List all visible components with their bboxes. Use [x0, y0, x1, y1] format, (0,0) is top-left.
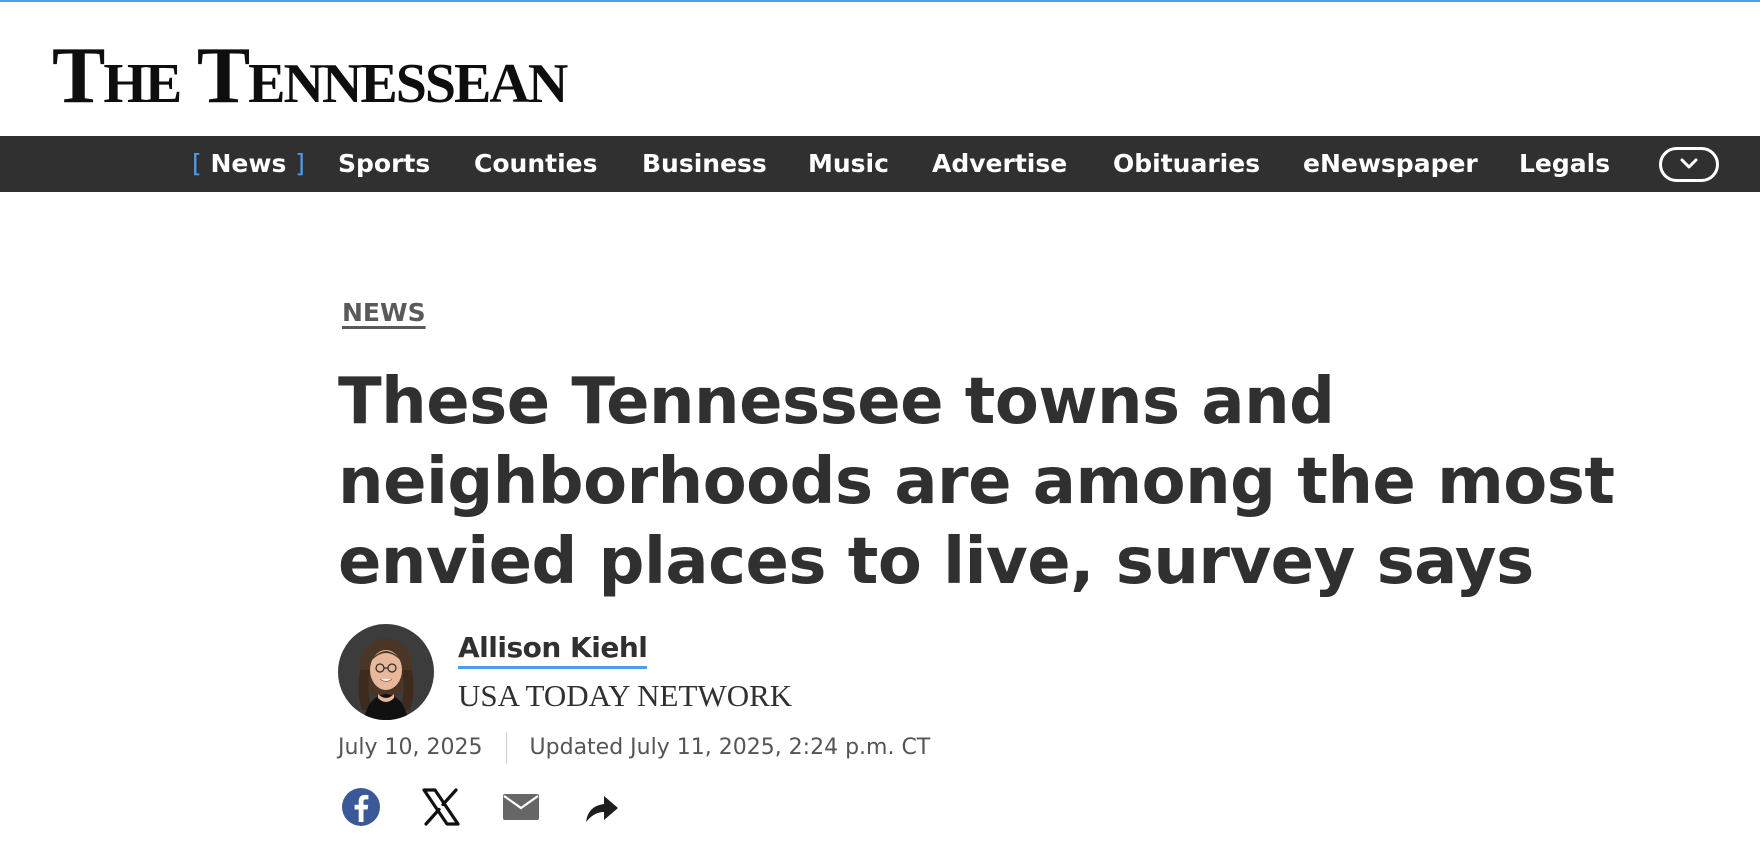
nav-item-legals[interactable]: Legals	[1519, 136, 1610, 192]
nav-item-sports[interactable]: Sports	[338, 136, 430, 192]
nav-active-bracket-left: [	[192, 149, 202, 178]
headline: These Tennessee towns and neighborhoods …	[338, 365, 1615, 599]
nav-item-label: Advertise	[932, 149, 1068, 178]
share-icon	[586, 796, 618, 822]
nav-item-label: Sports	[338, 149, 431, 178]
author-avatar[interactable]	[338, 624, 434, 720]
nav-list: [ News ] Sports Counties Business Music …	[0, 136, 1640, 192]
category-link[interactable]: NEWS	[342, 298, 426, 327]
article: NEWS These Tennessee towns and neighborh…	[338, 192, 1638, 842]
nav-item-label: News	[210, 149, 287, 178]
nav-more-button[interactable]	[1659, 147, 1719, 182]
main-nav: [ News ] Sports Counties Business Music …	[0, 136, 1760, 192]
nav-item-label: Counties	[474, 149, 598, 178]
nav-active-bracket-right: ]	[295, 149, 305, 178]
nav-item-music[interactable]: Music	[808, 136, 889, 192]
facebook-share-button[interactable]	[338, 784, 384, 830]
author-organization: USA TODAY NETWORK	[458, 678, 793, 713]
chevron-down-icon	[1680, 158, 1698, 169]
author-name-link[interactable]: Allison Kiehl	[458, 630, 648, 669]
nav-item-enewspaper[interactable]: eNewspaper	[1303, 136, 1478, 192]
nav-item-label: eNewspaper	[1303, 149, 1478, 178]
nav-item-label: Business	[642, 149, 767, 178]
logo-text: The Tennessean	[52, 32, 568, 120]
nav-item-business[interactable]: Business	[642, 136, 767, 192]
nav-item-obituaries[interactable]: Obituaries	[1113, 136, 1260, 192]
email-icon	[503, 794, 539, 820]
more-share-button[interactable]	[578, 784, 624, 830]
dateline: July 10, 2025 Updated July 11, 2025, 2:2…	[338, 731, 930, 765]
nav-item-counties[interactable]: Counties	[474, 136, 597, 192]
nav-item-label: Music	[808, 149, 889, 178]
x-icon	[422, 788, 460, 826]
masthead: The Tennessean	[0, 2, 1760, 136]
updated-date: Updated July 11, 2025, 2:24 p.m. CT	[529, 735, 931, 760]
nav-item-label: Obituaries	[1113, 149, 1261, 178]
published-date: July 10, 2025	[338, 735, 483, 760]
x-share-button[interactable]	[418, 784, 464, 830]
author-photo	[338, 624, 434, 720]
dateline-divider	[505, 732, 507, 764]
nav-item-news[interactable]: [ News ]	[192, 136, 305, 192]
nav-item-label: Legals	[1519, 149, 1611, 178]
facebook-icon	[342, 788, 380, 826]
page: The Tennessean [ News ] Sports Counties …	[0, 0, 1760, 842]
site-logo[interactable]: The Tennessean	[52, 36, 568, 116]
email-share-button[interactable]	[498, 784, 544, 830]
nav-item-advertise[interactable]: Advertise	[932, 136, 1067, 192]
